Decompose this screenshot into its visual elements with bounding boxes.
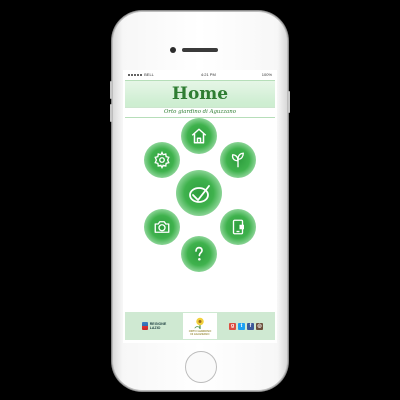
home-hardware-button[interactable]	[185, 351, 217, 383]
settings-button[interactable]	[144, 142, 180, 178]
camera-icon	[154, 221, 170, 233]
home-button[interactable]	[181, 118, 217, 154]
instagram-icon[interactable]: ◎	[256, 322, 263, 330]
lazio-label: LAZIO	[149, 326, 161, 330]
page-header: Home Orto giardino di Aguzzano	[125, 80, 275, 118]
front-camera	[170, 47, 176, 53]
volume-up-button	[110, 81, 112, 99]
phone-device: BELL 4:21 PM 100% Home Orto giardino di …	[110, 11, 290, 391]
social-links: g t f ◎	[217, 322, 275, 330]
volume-down-button	[110, 104, 112, 122]
power-button	[288, 91, 290, 113]
status-bar: BELL 4:21 PM 100%	[123, 70, 277, 79]
device-button[interactable]	[220, 209, 256, 245]
page-title: Home	[171, 84, 229, 104]
battery-level: 100%	[261, 72, 272, 77]
google-plus-icon[interactable]: g	[229, 322, 236, 330]
carrier-name: BELL	[144, 72, 154, 77]
app-screen: BELL 4:21 PM 100% Home Orto giardino di …	[123, 70, 277, 343]
footer-bar: REGIONE LAZIO ORTO GIARDINO DI AGUZZANO …	[125, 312, 275, 340]
camera-button[interactable]	[144, 209, 180, 245]
signal-indicator: BELL	[128, 72, 155, 77]
garden-logo[interactable]: ORTO GIARDINO DI AGUZZANO	[183, 313, 217, 339]
plants-button[interactable]	[220, 142, 256, 178]
garden-caption-line-2: DI AGUZZANO	[190, 332, 210, 336]
gear-icon	[154, 151, 170, 169]
earpiece-speaker	[182, 48, 218, 52]
checkmark-icon	[189, 185, 210, 203]
home-icon	[191, 128, 207, 144]
status-time: 4:21 PM	[200, 72, 216, 77]
mobile-icon	[232, 219, 244, 235]
regione-lazio-logo[interactable]: REGIONE LAZIO	[125, 322, 183, 330]
main-menu	[123, 116, 277, 312]
region-crest-icon	[141, 322, 148, 330]
main-action-button[interactable]	[176, 170, 222, 216]
twitter-icon[interactable]: t	[238, 322, 245, 330]
sunflower-icon	[194, 317, 204, 329]
help-button[interactable]	[181, 236, 217, 272]
facebook-icon[interactable]: f	[247, 322, 254, 330]
question-icon	[195, 246, 203, 261]
leaf-icon	[231, 152, 244, 168]
